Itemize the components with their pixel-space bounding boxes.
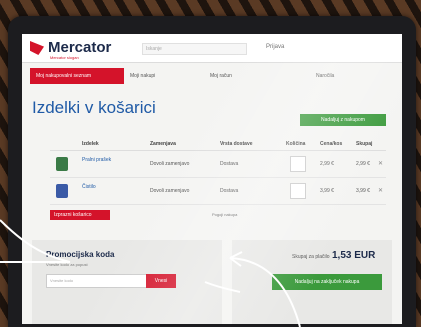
arrow-right	[229, 257, 301, 327]
arrow-bottom-center	[204, 281, 241, 293]
annotation-arrows	[0, 219, 301, 327]
arrow-left-upper	[0, 219, 71, 263]
